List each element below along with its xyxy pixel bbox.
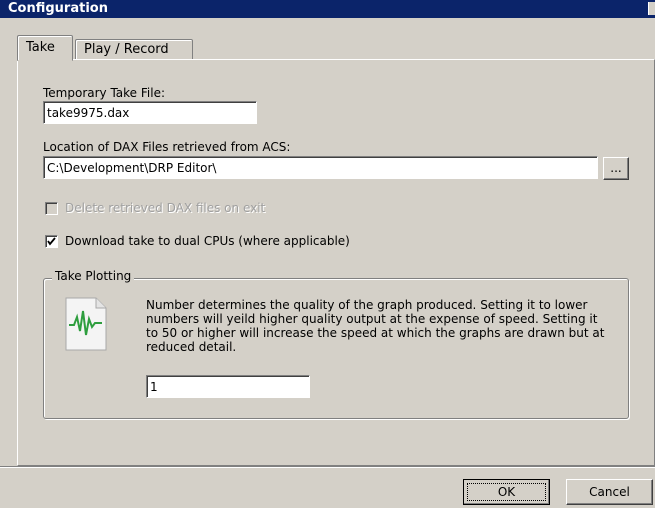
checkmark-icon bbox=[47, 237, 56, 246]
delete-checkbox[interactable] bbox=[45, 202, 58, 215]
dual-cpu-checkbox-label: Download take to dual CPUs (where applic… bbox=[65, 234, 350, 248]
graph-document-icon bbox=[64, 297, 108, 351]
tab-play-record[interactable]: Play / Record bbox=[75, 39, 193, 59]
tab-play-record-label: Play / Record bbox=[84, 42, 169, 57]
cancel-button-label: Cancel bbox=[589, 485, 630, 499]
window-title-bar[interactable]: Configuration bbox=[0, 0, 655, 18]
tab-take-label: Take bbox=[26, 40, 55, 55]
temp-file-input[interactable] bbox=[43, 101, 257, 124]
focus-rect bbox=[467, 483, 546, 501]
delete-checkbox-label: Delete retrieved DAX files on exit bbox=[65, 201, 266, 215]
location-input[interactable] bbox=[43, 156, 598, 179]
browse-button[interactable]: ... bbox=[603, 157, 629, 180]
tab-take[interactable]: Take bbox=[17, 35, 73, 61]
cancel-button[interactable]: Cancel bbox=[566, 479, 653, 505]
bottom-separator bbox=[0, 466, 655, 468]
location-label: Location of DAX Files retrieved from ACS… bbox=[43, 140, 291, 154]
close-icon[interactable] bbox=[648, 2, 655, 15]
take-plotting-title: Take Plotting bbox=[52, 269, 135, 283]
window-title: Configuration bbox=[8, 1, 108, 16]
browse-button-label: ... bbox=[610, 161, 622, 175]
temp-file-label: Temporary Take File: bbox=[43, 86, 165, 100]
ok-button[interactable]: OK bbox=[463, 479, 550, 505]
plotting-value-input[interactable] bbox=[146, 375, 310, 398]
plotting-description: Number determines the quality of the gra… bbox=[146, 298, 605, 354]
dual-cpu-checkbox[interactable] bbox=[45, 235, 58, 248]
